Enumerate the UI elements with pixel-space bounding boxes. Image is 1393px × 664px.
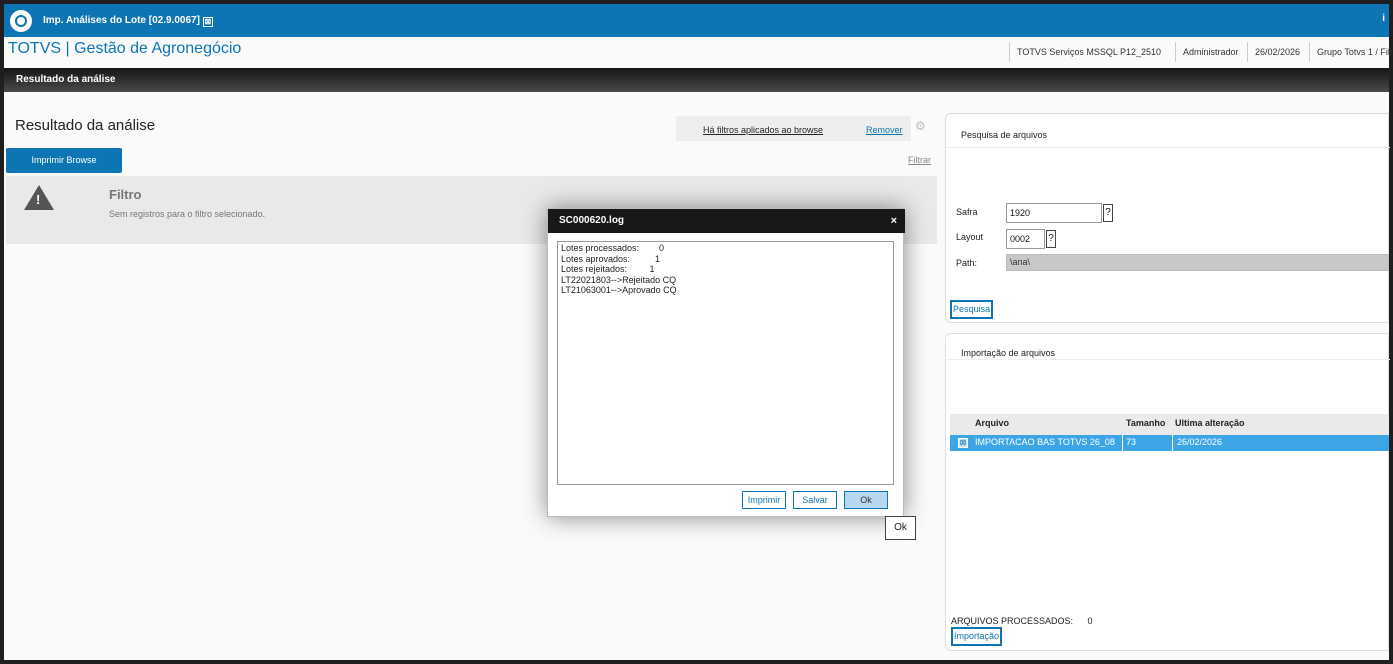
- row-marker-icon[interactable]: ⊠: [958, 438, 968, 448]
- remove-filter-link[interactable]: Remover: [866, 125, 903, 135]
- path-field: \ana\: [1006, 254, 1389, 271]
- cell-size: 73: [1126, 437, 1137, 447]
- processed-files-status: ARQUIVOS PROCESSADOS: 0: [951, 616, 1093, 626]
- import-panel: Importação de arquivos: [945, 333, 1390, 651]
- tab-label: Imp. Análises do Lote [02.9.0067]: [43, 15, 200, 26]
- section-title: Resultado da análise: [16, 74, 116, 85]
- safra-field[interactable]: 1920: [1006, 203, 1102, 223]
- print-button[interactable]: Imprimir: [742, 491, 786, 509]
- cell-file: IMPORTACAO BAS TOTVS 26_08: [975, 437, 1115, 447]
- message-title: Filtro: [109, 187, 142, 202]
- safra-label: Safra: [956, 207, 978, 217]
- divider: [946, 147, 1390, 148]
- divider: [946, 359, 1390, 360]
- close-icon[interactable]: ×: [891, 209, 897, 233]
- search-button[interactable]: Pesquisa: [950, 300, 994, 319]
- ok-button[interactable]: Ok: [844, 491, 888, 509]
- path-label: Path:: [956, 258, 978, 268]
- column-header-modified[interactable]: Ultima alteração: [1175, 418, 1245, 428]
- section-bar: Resultado da análise: [4, 68, 1389, 92]
- processed-count: 0: [1087, 616, 1093, 626]
- filter-notice-text[interactable]: Há filtros aplicados ao browse: [703, 125, 823, 135]
- files-grid-header: Arquivo Tamanho Ultima alteração: [950, 414, 1389, 435]
- company-label: Grupo Totvs 1 / Fili: [1309, 42, 1392, 62]
- safra-help-button[interactable]: ?: [1103, 204, 1113, 222]
- dialog-title-bar: SC000620.log ×: [548, 209, 905, 233]
- date-label: 26/02/2026: [1247, 42, 1300, 62]
- cell-divider: [1172, 435, 1173, 451]
- cell-modified: 26/02/2026: [1177, 437, 1223, 447]
- totvs-logo-icon[interactable]: [10, 10, 32, 32]
- ok-tooltip: Ok: [885, 516, 916, 540]
- import-panel-title: Importação de arquivos: [961, 348, 1056, 358]
- log-dialog: SC000620.log × Lotes processados: 0 Lote…: [547, 208, 905, 517]
- processed-label: ARQUIVOS PROCESSADOS:: [951, 616, 1074, 626]
- layout-label: Layout: [956, 232, 984, 242]
- warning-mark: !: [36, 192, 41, 207]
- info-icon[interactable]: i: [1382, 13, 1385, 24]
- column-header-file[interactable]: Arquivo: [975, 418, 1009, 428]
- tab-imp-analises[interactable]: Imp. Análises do Lote [02.9.0067] ⊠: [37, 8, 219, 34]
- filter-link[interactable]: Filtrar: [908, 155, 931, 165]
- print-browse-button[interactable]: Imprimir Browse: [6, 148, 122, 173]
- environment-label: TOTVS Serviços MSSQL P12_2510: [1009, 42, 1161, 62]
- dialog-title: SC000620.log: [559, 215, 625, 226]
- cell-divider: [1122, 435, 1123, 451]
- log-textarea[interactable]: Lotes processados: 0 Lotes aprovados: 1 …: [557, 241, 894, 485]
- import-button[interactable]: Importação: [951, 627, 1003, 646]
- brand-title: TOTVS | Gestão de Agronegócio: [8, 40, 242, 57]
- page-title: Resultado da análise: [15, 117, 156, 134]
- layout-help-button[interactable]: ?: [1046, 230, 1056, 248]
- layout-field[interactable]: 0002: [1006, 229, 1045, 249]
- app-header: TOTVS | Gestão de Agronegócio TOTVS Serv…: [4, 37, 1392, 68]
- gear-icon[interactable]: ⚙: [915, 119, 926, 133]
- table-row[interactable]: ⊠ IMPORTACAO BAS TOTVS 26_08 73 26/02/20…: [950, 435, 1389, 451]
- tab-close-icon[interactable]: ⊠: [202, 17, 213, 27]
- title-bar: Imp. Análises do Lote [02.9.0067] ⊠ i: [4, 4, 1389, 37]
- save-button[interactable]: Salvar: [793, 491, 837, 509]
- user-label: Administrador: [1175, 42, 1239, 62]
- message-text: Sem registros para o filtro selecionado.: [109, 209, 266, 219]
- column-header-size[interactable]: Tamanho: [1126, 418, 1165, 428]
- search-panel-title: Pesquisa de arquivos: [961, 130, 1048, 140]
- app-frame: Imp. Análises do Lote [02.9.0067] ⊠ i TOT…: [0, 0, 1393, 664]
- filter-notice: Há filtros aplicados ao browse Remover: [676, 116, 911, 141]
